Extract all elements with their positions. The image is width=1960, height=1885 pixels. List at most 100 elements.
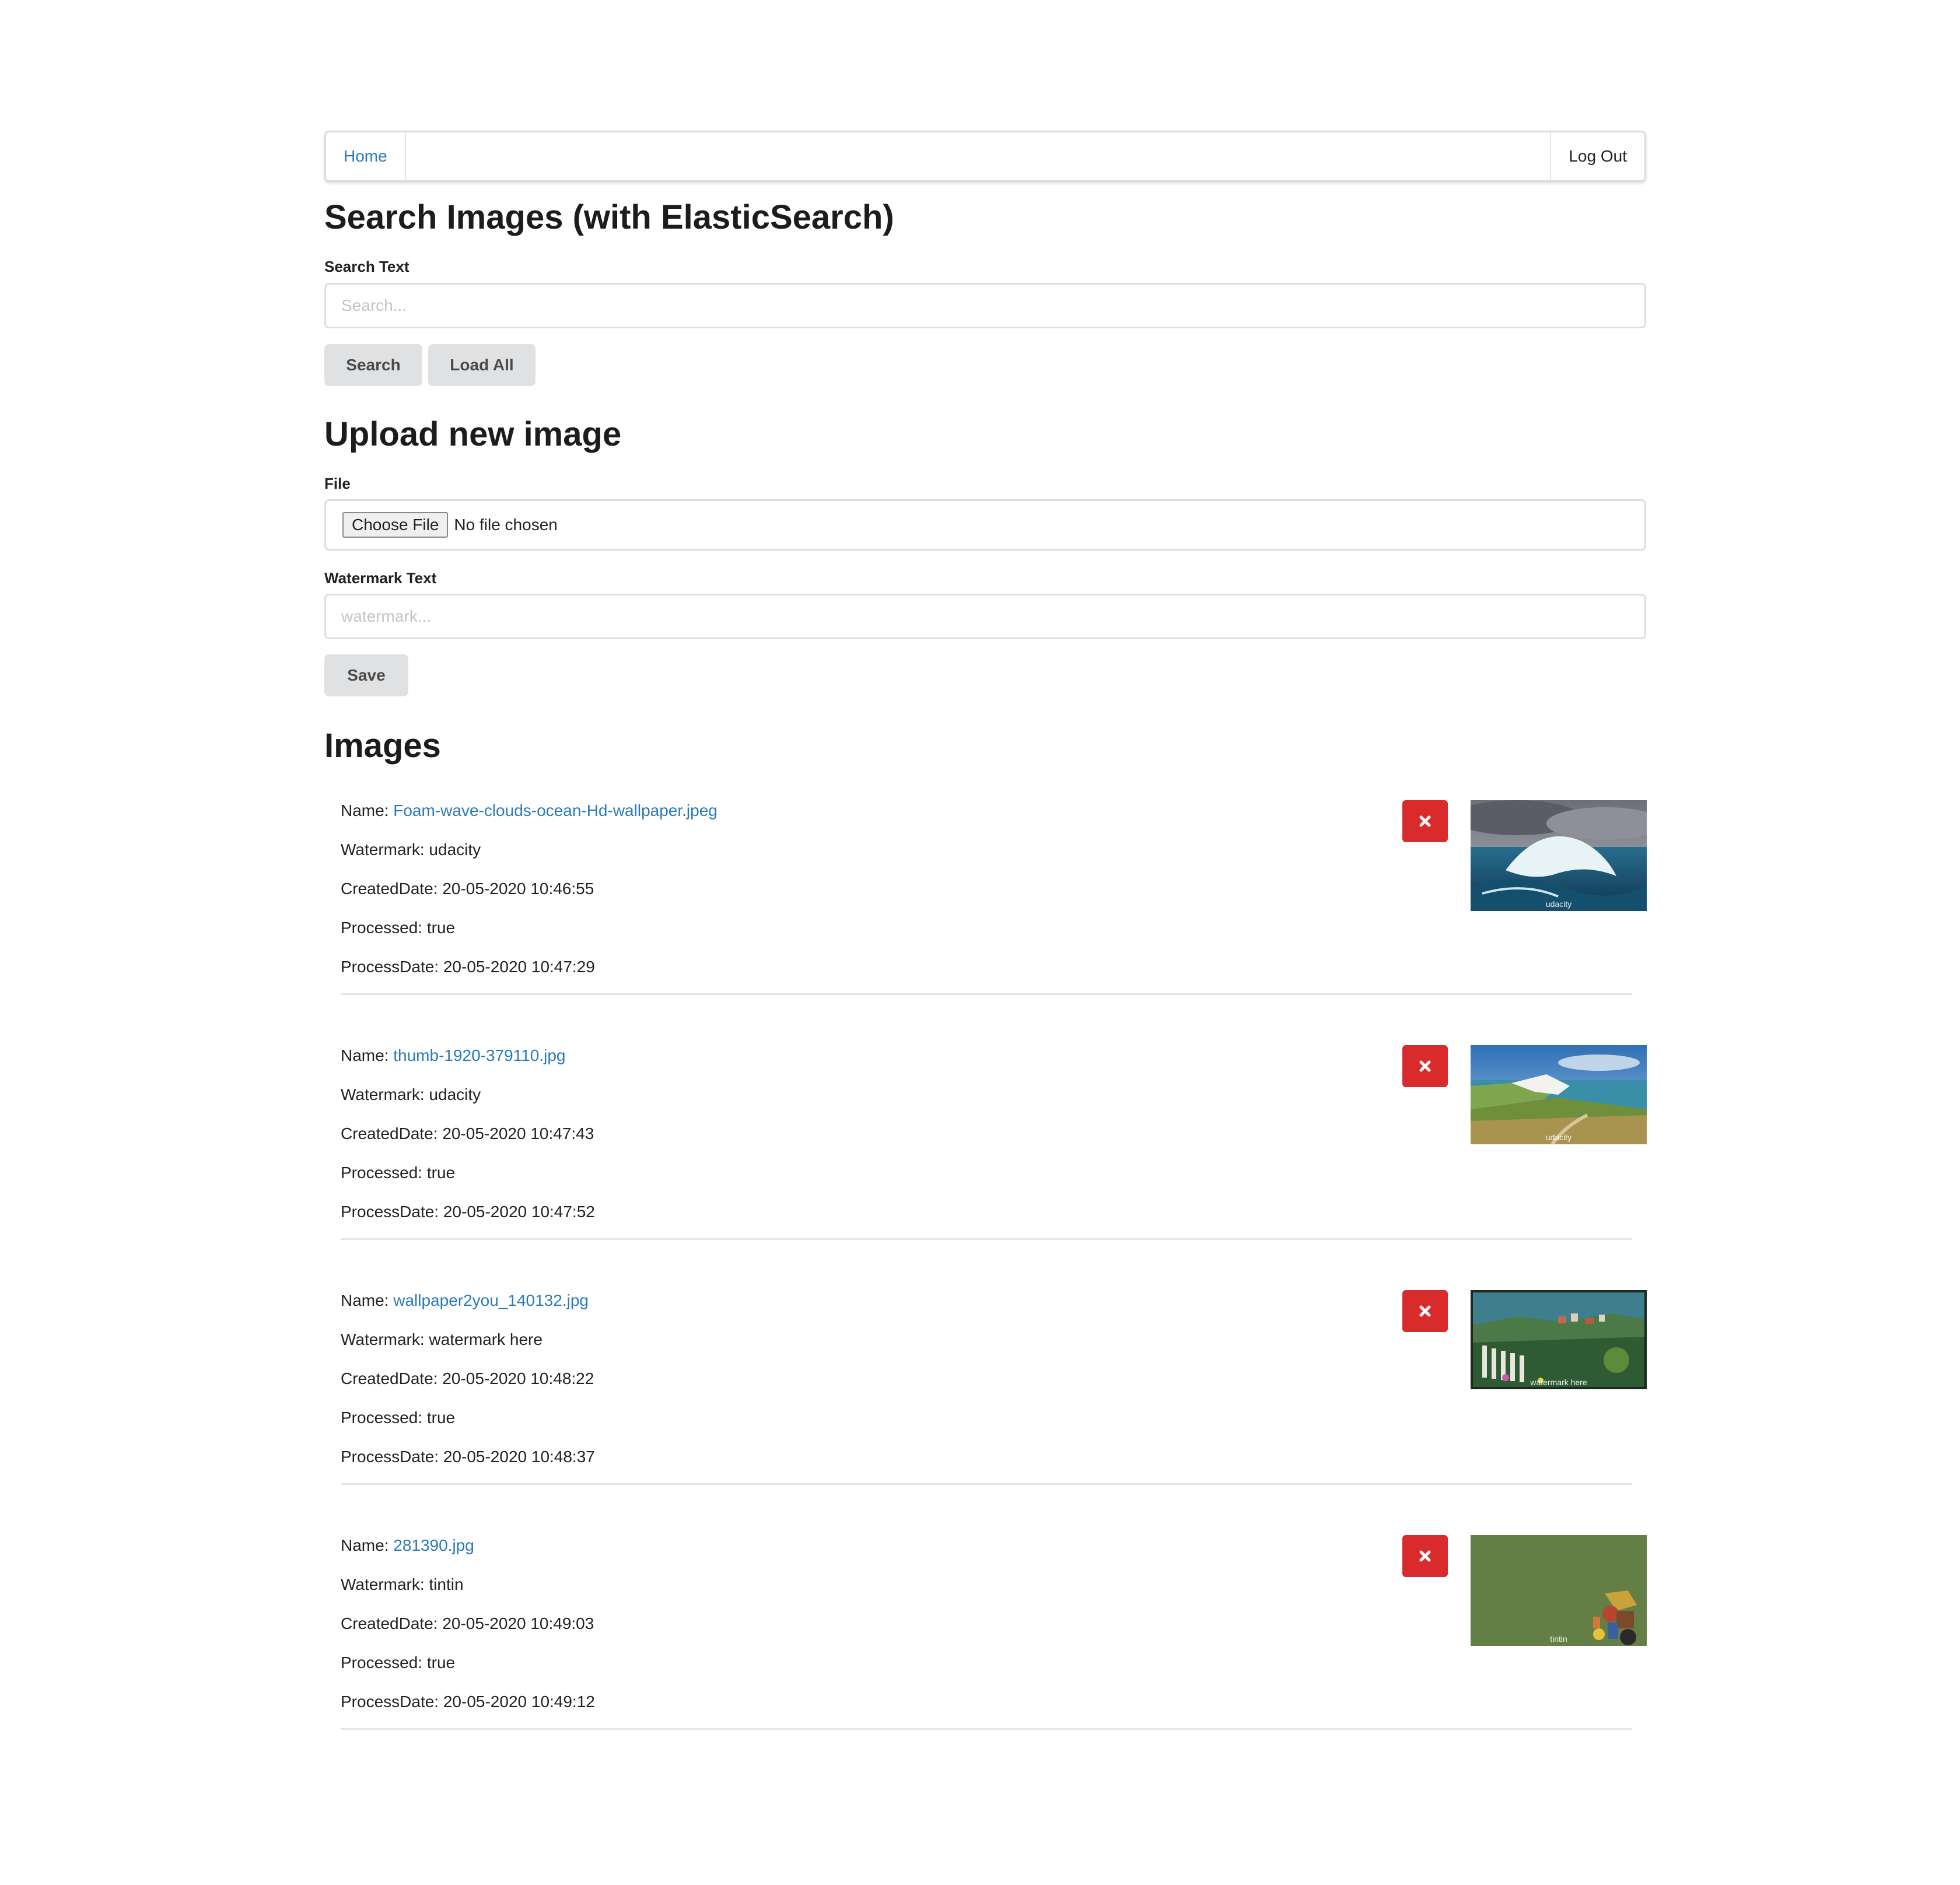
image-watermark-field: Watermark: tintin <box>341 1575 464 1594</box>
image-processed-field: Processed: true <box>341 919 455 937</box>
close-icon <box>1419 815 1431 827</box>
image-created-field: CreatedDate: 20-05-2020 10:46:55 <box>341 880 594 898</box>
close-icon <box>1419 1305 1431 1317</box>
processed-label: Processed: <box>341 1653 427 1672</box>
choose-file-button[interactable]: Choose File <box>342 512 449 538</box>
close-icon <box>1419 1550 1431 1562</box>
image-name-field: Name: 281390.jpg <box>341 1536 474 1555</box>
thumbnail-watermark: udacity <box>1545 1133 1572 1142</box>
process-date-value: 20-05-2020 10:49:12 <box>443 1693 595 1711</box>
name-label: Name: <box>341 1046 394 1064</box>
image-process-date-field: ProcessDate: 20-05-2020 10:47:52 <box>341 1203 595 1221</box>
image-item: Name: 281390.jpg Watermark: tintin Creat… <box>341 1535 1647 1730</box>
process-date-value: 20-05-2020 10:47:29 <box>443 958 595 976</box>
load-all-button[interactable]: Load All <box>428 344 536 386</box>
process-date-label: ProcessDate: <box>341 1693 443 1711</box>
image-processed-field: Processed: true <box>341 1409 455 1427</box>
process-date-value: 20-05-2020 10:48:37 <box>443 1448 595 1466</box>
search-title: Search Images (with ElasticSearch) <box>324 198 894 236</box>
watermark-value: udacity <box>429 840 481 859</box>
delete-button[interactable] <box>1402 1045 1448 1087</box>
image-process-date-field: ProcessDate: 20-05-2020 10:47:29 <box>341 958 595 976</box>
image-name-field: Name: Foam-wave-clouds-ocean-Hd-wallpape… <box>341 801 718 820</box>
image-created-field: CreatedDate: 20-05-2020 10:48:22 <box>341 1369 594 1388</box>
image-watermark-field: Watermark: watermark here <box>341 1330 542 1349</box>
image-name-field: Name: wallpaper2you_140132.jpg <box>341 1291 589 1310</box>
image-processed-field: Processed: true <box>341 1164 455 1182</box>
process-date-label: ProcessDate: <box>341 1448 443 1466</box>
image-watermark-field: Watermark: udacity <box>341 840 481 859</box>
name-label: Name: <box>341 1291 394 1309</box>
search-input[interactable] <box>324 283 1646 328</box>
created-value: 20-05-2020 10:48:22 <box>442 1369 594 1388</box>
save-button[interactable]: Save <box>324 654 408 696</box>
delete-button[interactable] <box>1402 800 1448 842</box>
watermark-value: udacity <box>429 1085 481 1103</box>
watermark-label: Watermark Text <box>324 569 437 587</box>
tintin-thumbnail-image <box>1471 1535 1647 1646</box>
created-label: CreatedDate: <box>341 1614 443 1632</box>
image-name-field: Name: thumb-1920-379110.jpg <box>341 1046 566 1065</box>
image-process-date-field: ProcessDate: 20-05-2020 10:48:37 <box>341 1448 595 1466</box>
image-name-link[interactable]: wallpaper2you_140132.jpg <box>393 1291 589 1309</box>
created-label: CreatedDate: <box>341 1369 443 1388</box>
image-thumbnail: watermark here <box>1471 1290 1647 1389</box>
watermark-label: Watermark: <box>341 1330 429 1348</box>
image-thumbnail: udacity <box>1471 1045 1647 1144</box>
process-date-label: ProcessDate: <box>341 1203 443 1221</box>
thumbnail-watermark: watermark here <box>1530 1378 1587 1387</box>
file-input: Choose File No file chosen <box>324 499 1646 551</box>
watermark-input[interactable] <box>324 594 1646 639</box>
image-thumbnail: tintin <box>1471 1535 1647 1646</box>
created-value: 20-05-2020 10:49:03 <box>442 1614 594 1632</box>
process-date-label: ProcessDate: <box>341 958 443 976</box>
watermark-label: Watermark: <box>341 840 429 859</box>
image-item: Name: thumb-1920-379110.jpg Watermark: u… <box>341 1045 1647 1240</box>
image-processed-field: Processed: true <box>341 1653 455 1672</box>
processed-value: true <box>426 1164 456 1182</box>
image-process-date-field: ProcessDate: 20-05-2020 10:49:12 <box>341 1693 595 1711</box>
upload-title: Upload new image <box>324 415 622 453</box>
process-date-value: 20-05-2020 10:47:52 <box>443 1203 595 1221</box>
image-name-link[interactable]: 281390.jpg <box>393 1536 474 1554</box>
delete-button[interactable] <box>1402 1535 1448 1577</box>
logout-button[interactable]: Log Out <box>1550 132 1644 180</box>
no-file-text: No file chosen <box>454 516 558 534</box>
image-name-link[interactable]: thumb-1920-379110.jpg <box>393 1046 565 1064</box>
nav-home-link[interactable]: Home <box>326 132 406 180</box>
top-nav: Home Log Out <box>324 131 1646 182</box>
thumbnail-watermark: tintin <box>1550 1634 1567 1644</box>
watermark-value: watermark here <box>429 1330 542 1348</box>
image-name-link[interactable]: Foam-wave-clouds-ocean-Hd-wallpaper.jpeg <box>393 801 718 819</box>
watermark-label: Watermark: <box>341 1575 429 1593</box>
image-item: Name: wallpaper2you_140132.jpg Watermark… <box>341 1290 1647 1485</box>
processed-label: Processed: <box>341 1409 427 1427</box>
created-value: 20-05-2020 10:46:55 <box>442 880 594 898</box>
created-value: 20-05-2020 10:47:43 <box>442 1124 594 1143</box>
created-label: CreatedDate: <box>341 880 443 898</box>
processed-value: true <box>426 1653 456 1672</box>
image-created-field: CreatedDate: 20-05-2020 10:47:43 <box>341 1124 594 1143</box>
delete-button[interactable] <box>1402 1290 1448 1332</box>
processed-label: Processed: <box>341 919 427 937</box>
image-created-field: CreatedDate: 20-05-2020 10:49:03 <box>341 1614 594 1633</box>
page-container: Home Log Out Search Images (with Elastic… <box>324 131 1647 1730</box>
processed-value: true <box>426 1409 456 1427</box>
image-item: Name: Foam-wave-clouds-ocean-Hd-wallpape… <box>341 800 1647 995</box>
watermark-value: tintin <box>429 1575 464 1593</box>
processed-label: Processed: <box>341 1164 427 1182</box>
close-icon <box>1419 1060 1431 1072</box>
name-label: Name: <box>341 801 394 819</box>
village-thumbnail-image <box>1471 1290 1647 1389</box>
search-label: Search Text <box>324 258 410 275</box>
thumbnail-watermark: udacity <box>1545 899 1572 909</box>
image-watermark-field: Watermark: udacity <box>341 1085 481 1104</box>
file-label: File <box>324 475 351 492</box>
name-label: Name: <box>341 1536 394 1554</box>
wave-thumbnail-image <box>1471 800 1647 911</box>
image-thumbnail: udacity <box>1471 800 1647 911</box>
cliffs-thumbnail-image <box>1471 1045 1647 1144</box>
processed-value: true <box>426 919 456 937</box>
search-button[interactable]: Search <box>324 344 422 386</box>
